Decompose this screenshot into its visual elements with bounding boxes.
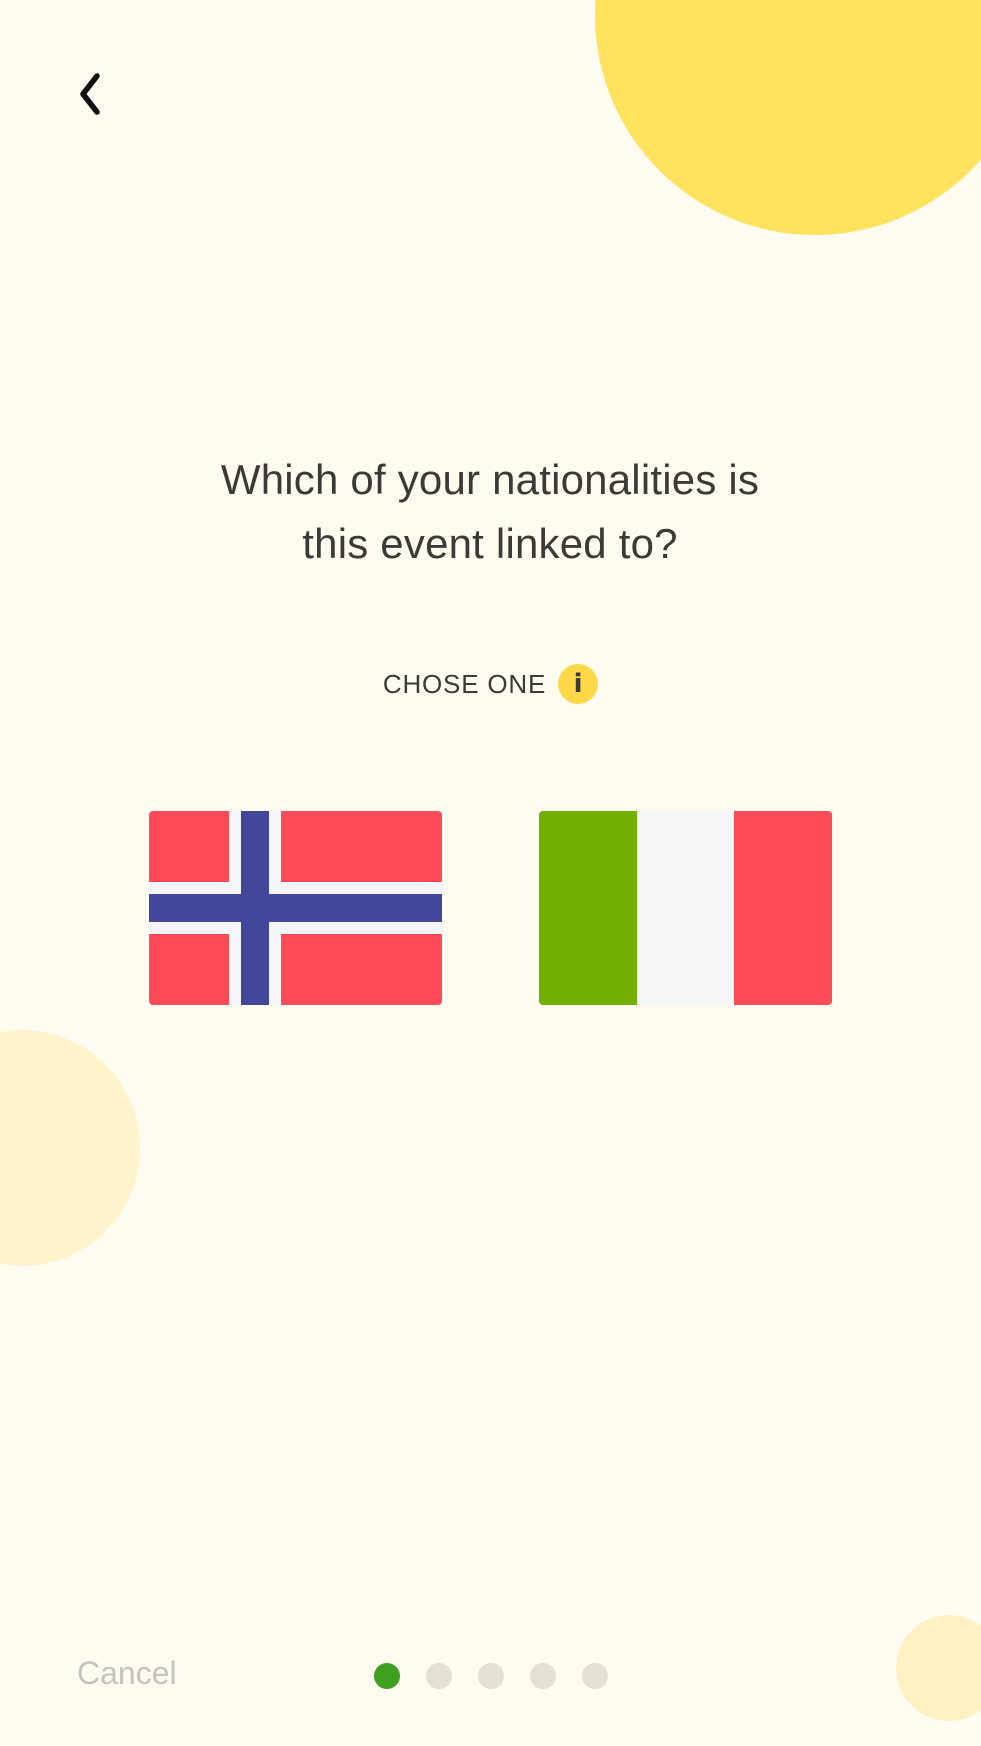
norway-flag-icon <box>149 811 442 1005</box>
choose-one-row: CHOSE ONE i <box>0 662 981 706</box>
progress-dot-step-4 <box>530 1663 556 1689</box>
decorative-circle-top-right <box>595 0 981 235</box>
question-line-2: this event linked to? <box>302 520 678 567</box>
info-icon[interactable]: i <box>558 664 599 704</box>
progress-dot-step-3 <box>478 1663 504 1689</box>
nationality-selection-screen: Which of your nationalities is this even… <box>0 0 981 1746</box>
progress-dots <box>374 1663 608 1689</box>
decorative-circle-bottom-right <box>896 1615 981 1721</box>
option-italy[interactable] <box>539 811 832 1005</box>
back-button[interactable] <box>60 66 120 126</box>
question-line-1: Which of your nationalities is <box>220 456 760 503</box>
choose-one-label: CHOSE ONE <box>382 668 547 699</box>
progress-dot-step-5 <box>582 1663 608 1689</box>
decorative-circle-left <box>0 1030 140 1266</box>
progress-dot-step-2 <box>426 1663 452 1689</box>
chevron-left-icon <box>75 72 105 121</box>
question-heading: Which of your nationalities is this even… <box>90 448 890 576</box>
option-norway[interactable] <box>149 811 442 1005</box>
italy-flag-icon <box>539 811 832 1005</box>
progress-dot-step-1 <box>374 1663 400 1689</box>
cancel-button[interactable]: Cancel <box>77 1655 177 1692</box>
